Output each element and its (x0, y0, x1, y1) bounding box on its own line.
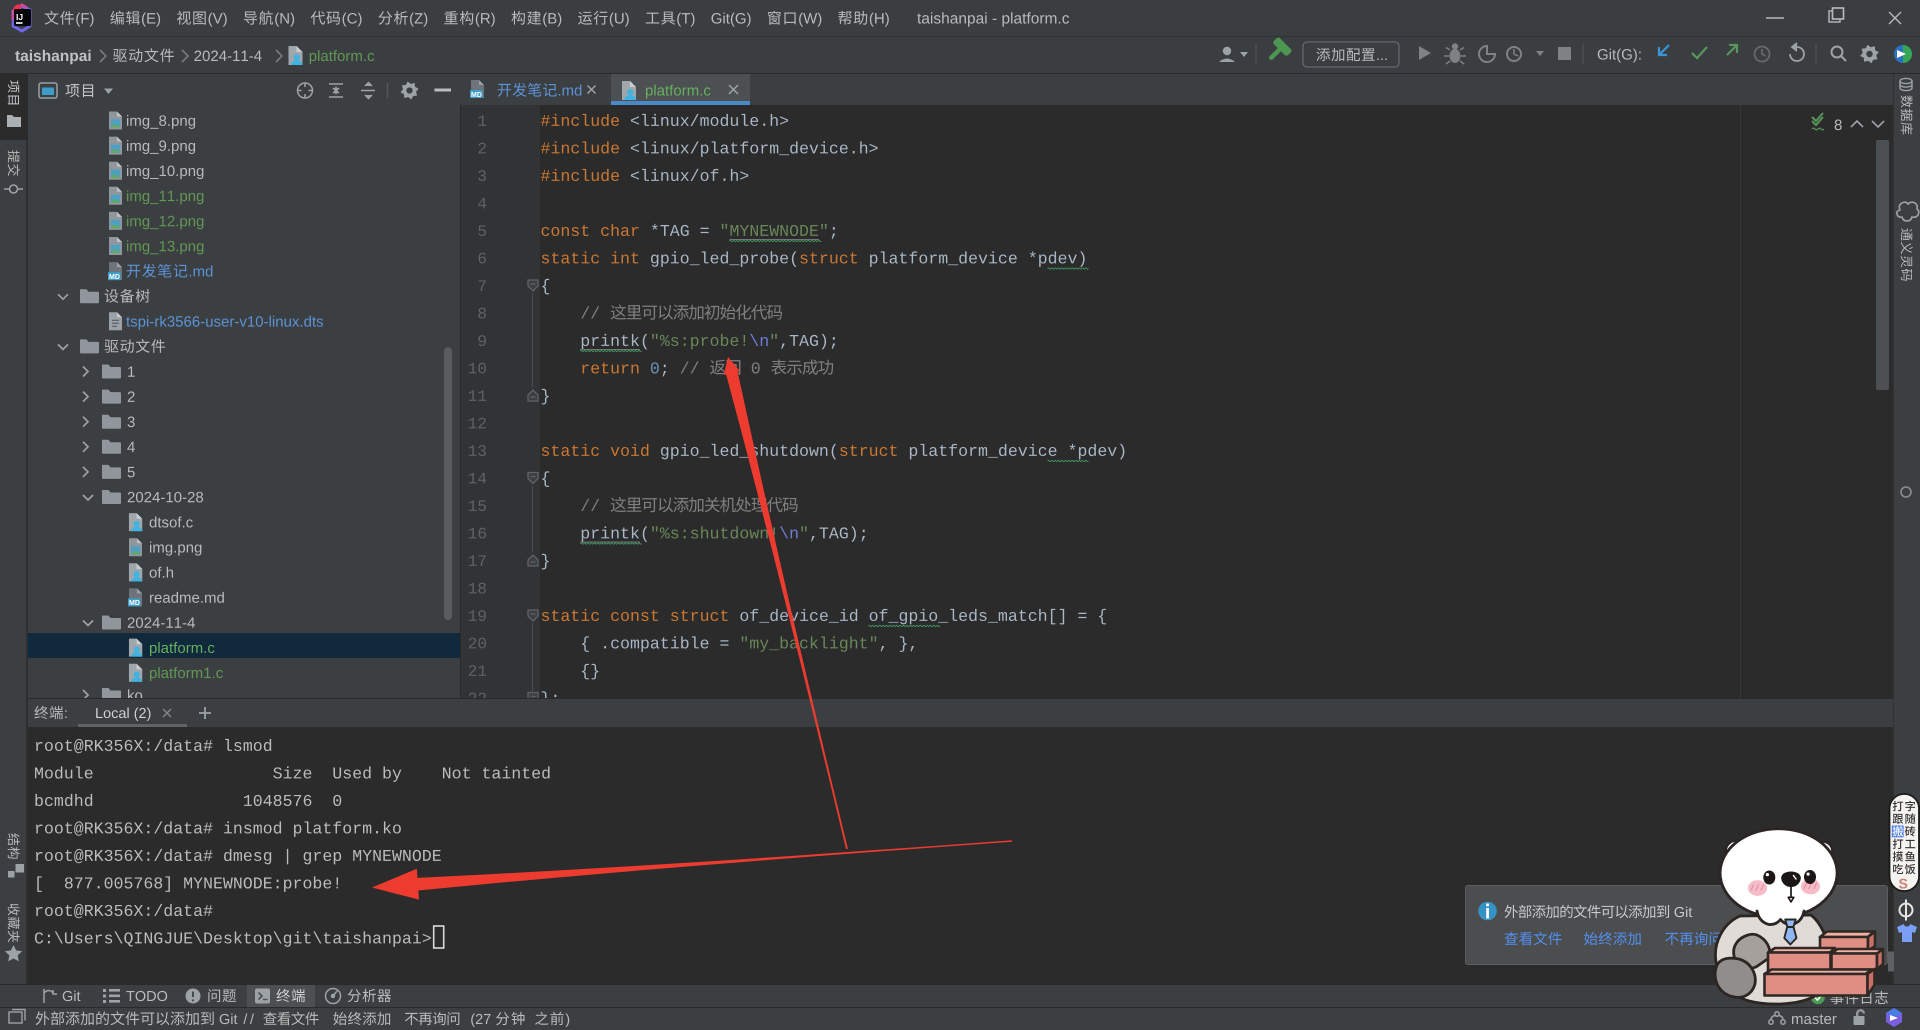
svg-text:MD: MD (471, 92, 482, 99)
svg-text:MD: MD (129, 600, 140, 607)
svg-text:IJ: IJ (16, 12, 23, 22)
svg-text:MD: MD (109, 274, 120, 281)
